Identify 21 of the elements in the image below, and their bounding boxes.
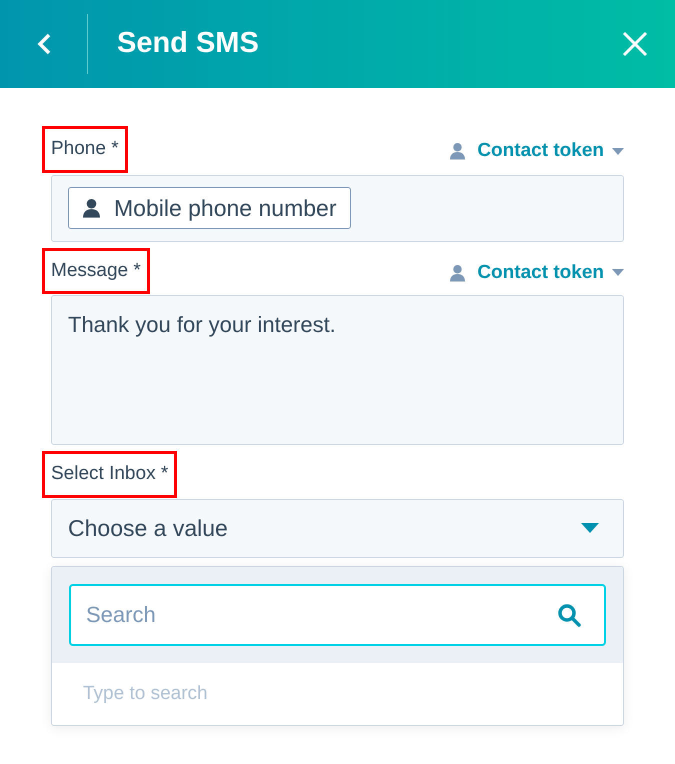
contact-token-link[interactable]: Contact token: [450, 258, 624, 294]
field-label: Select Inbox *: [42, 451, 178, 498]
panel-title: Send SMS: [117, 26, 260, 62]
field-label: Message *: [42, 248, 150, 294]
chevron-left-icon: [36, 33, 50, 55]
message-field[interactable]: Thank you for your interest.: [51, 295, 624, 445]
search-icon: [557, 602, 581, 626]
close-icon: [622, 31, 648, 57]
person-icon: [450, 264, 466, 282]
inbox-select[interactable]: Choose a value: [51, 498, 624, 558]
token-chip[interactable]: Mobile phone number: [68, 187, 352, 229]
contact-token-link[interactable]: Contact token: [450, 137, 624, 172]
person-icon: [83, 198, 100, 218]
field-label: Phone *: [42, 126, 128, 172]
caret-icon: [612, 269, 624, 276]
caret-icon: [581, 523, 599, 533]
empty-text: Type to search: [82, 682, 209, 706]
person-icon: [450, 142, 466, 160]
phone-field[interactable]: Mobile phone number: [51, 174, 624, 242]
caret-icon: [612, 148, 624, 155]
search-field[interactable]: Search: [69, 584, 606, 646]
